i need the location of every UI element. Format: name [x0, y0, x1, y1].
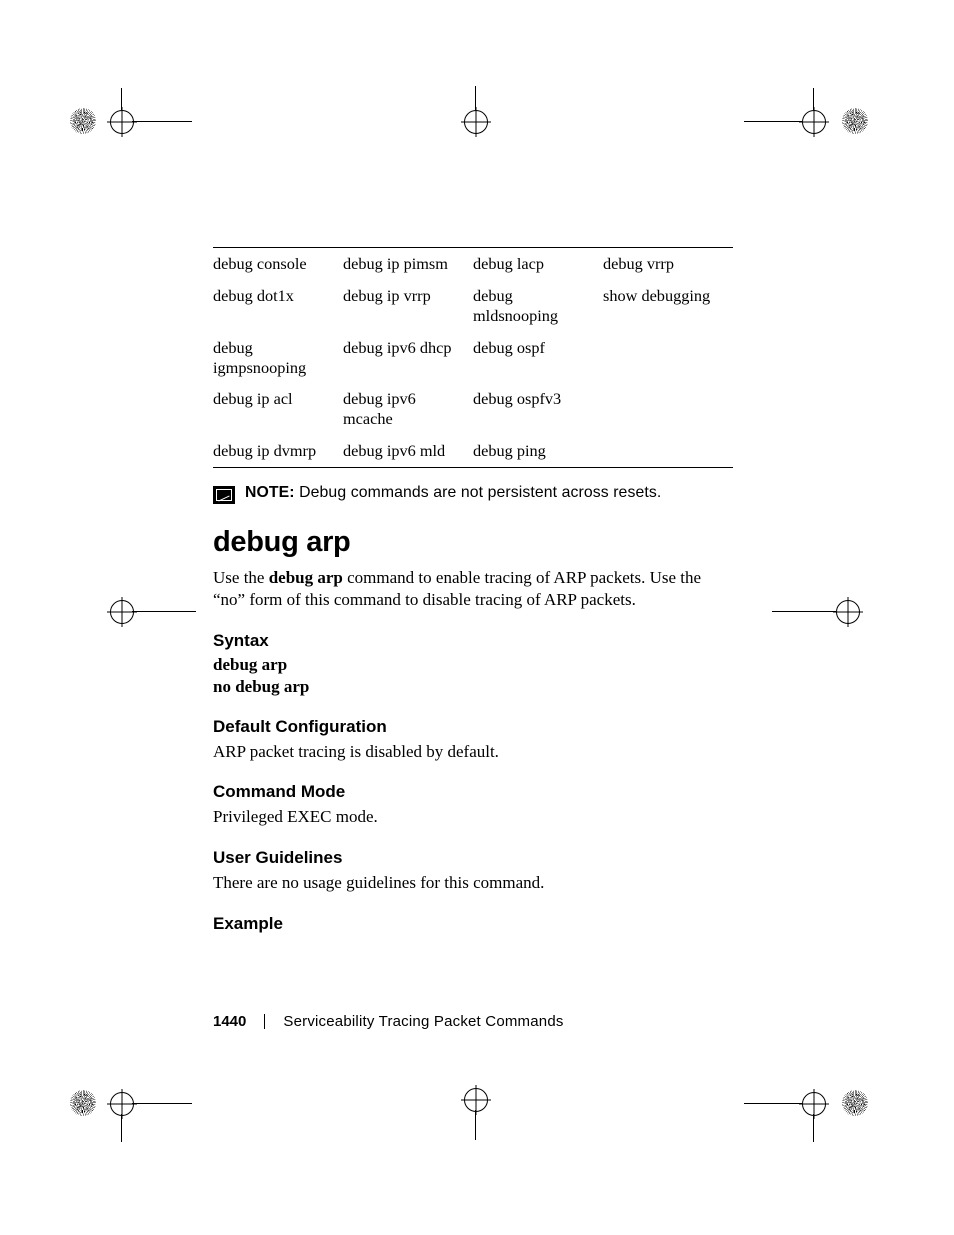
table-cell [603, 332, 733, 384]
note-text: NOTE: Debug commands are not persistent … [245, 484, 661, 502]
desc-pre: Use the [213, 568, 269, 587]
table-cell: debug ipv6 dhcp [343, 332, 473, 384]
table-cell: show debugging [603, 280, 733, 332]
table-row: debug dot1x debug ip vrrp debug mldsnoop… [213, 280, 733, 332]
table-cell: debug igmpsnooping [213, 332, 343, 384]
chapter-title: Serviceability Tracing Packet Commands [283, 1013, 563, 1030]
table-cell: debug dot1x [213, 280, 343, 332]
table-cell [603, 383, 733, 435]
note-label: NOTE: [245, 484, 295, 501]
syntax-line: debug arp [213, 655, 733, 675]
section-default-heading: Default Configuration [213, 717, 733, 737]
section-default-body: ARP packet tracing is disabled by defaul… [213, 741, 733, 763]
command-description: Use the debug arp command to enable trac… [213, 567, 733, 611]
table-row: debug ip acl debug ipv6 mcache debug osp… [213, 383, 733, 435]
table-cell: debug ip acl [213, 383, 343, 435]
table-cell: debug ip pimsm [343, 248, 473, 280]
note-block: NOTE: Debug commands are not persistent … [213, 484, 733, 504]
page-content: debug console debug ip pimsm debug lacp … [213, 247, 733, 938]
table-row: debug ip dvmrp debug ipv6 mld debug ping [213, 435, 733, 467]
page-number: 1440 [213, 1013, 246, 1030]
section-guidelines-body: There are no usage guidelines for this c… [213, 872, 733, 894]
command-table: debug console debug ip pimsm debug lacp … [213, 247, 733, 468]
section-syntax-heading: Syntax [213, 631, 733, 651]
table-cell [603, 435, 733, 467]
desc-bold: debug arp [269, 568, 343, 587]
note-icon [213, 486, 235, 504]
syntax-line: no debug arp [213, 677, 733, 697]
table-cell: debug ping [473, 435, 603, 467]
table-cell: debug mldsnooping [473, 280, 603, 332]
footer-divider [264, 1014, 265, 1029]
command-title: debug arp [213, 526, 733, 559]
section-cmdmode-heading: Command Mode [213, 782, 733, 802]
table-cell: debug ip vrrp [343, 280, 473, 332]
table-row: debug console debug ip pimsm debug lacp … [213, 248, 733, 280]
table-cell: debug ipv6 mld [343, 435, 473, 467]
table-cell: debug ip dvmrp [213, 435, 343, 467]
note-body: Debug commands are not persistent across… [299, 484, 661, 501]
section-guidelines-heading: User Guidelines [213, 848, 733, 868]
table-cell: debug ipv6 mcache [343, 383, 473, 435]
table-row: debug igmpsnooping debug ipv6 dhcp debug… [213, 332, 733, 384]
table-cell: debug ospfv3 [473, 383, 603, 435]
page-footer: 1440 Serviceability Tracing Packet Comma… [213, 1013, 564, 1030]
table-cell: debug vrrp [603, 248, 733, 280]
section-example-heading: Example [213, 914, 733, 934]
table-cell: debug ospf [473, 332, 603, 384]
table-cell: debug console [213, 248, 343, 280]
table-cell: debug lacp [473, 248, 603, 280]
section-cmdmode-body: Privileged EXEC mode. [213, 806, 733, 828]
